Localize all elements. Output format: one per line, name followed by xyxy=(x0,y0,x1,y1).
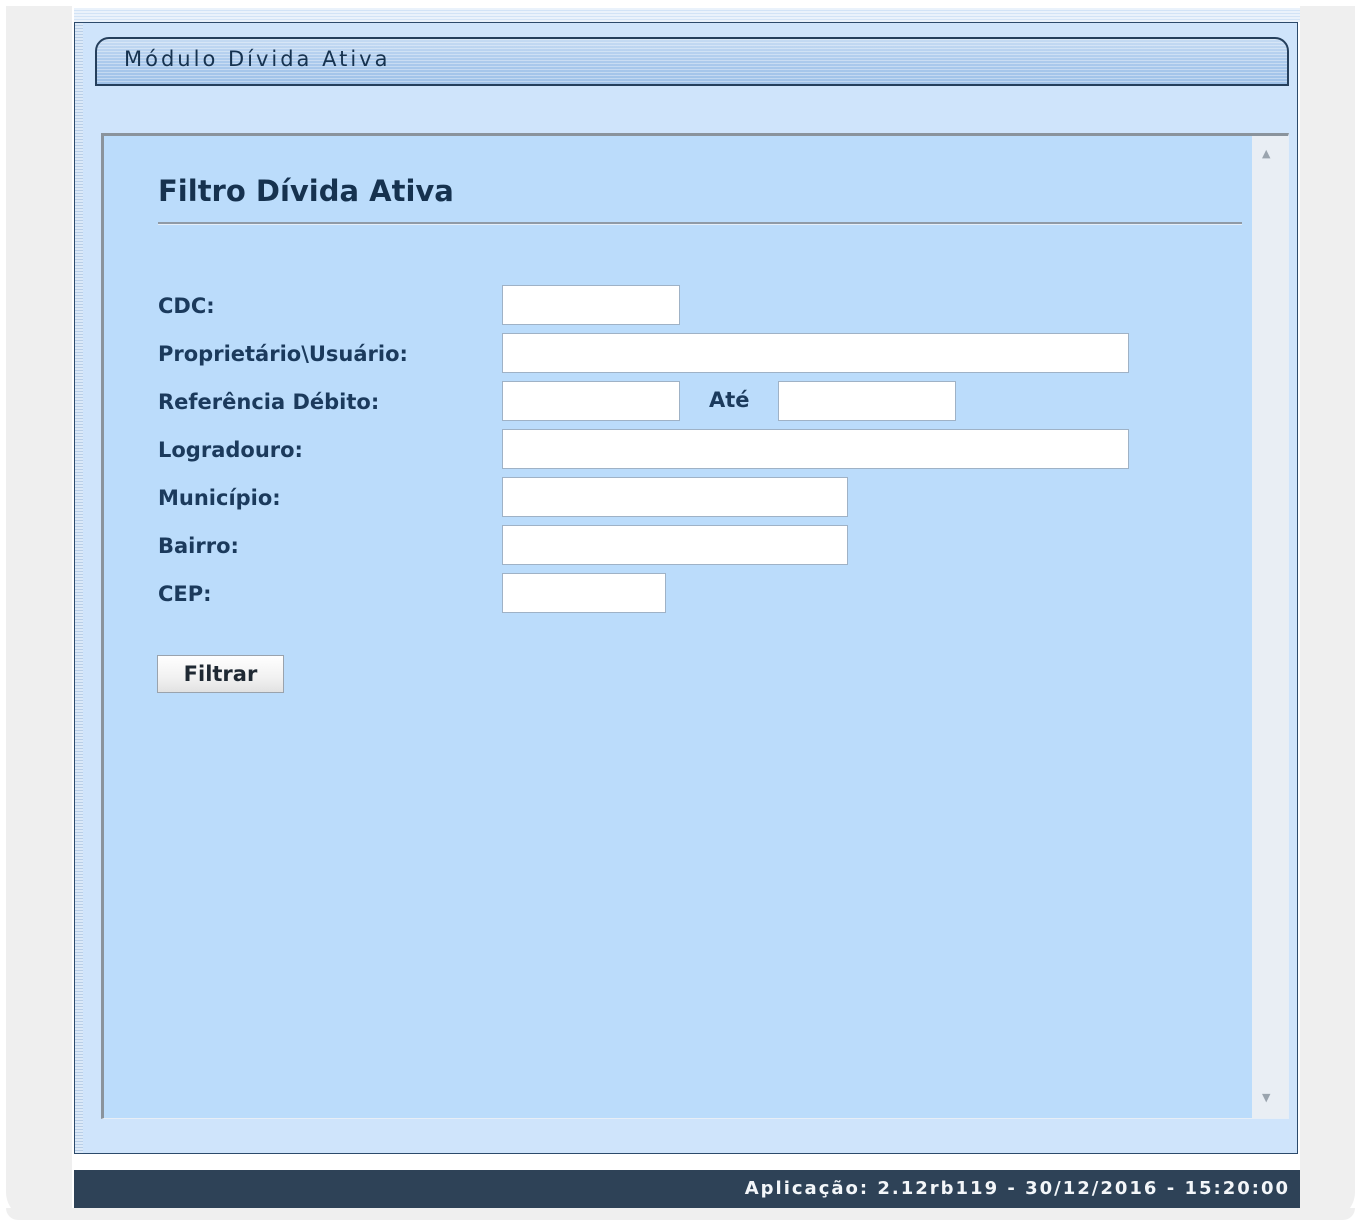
bairro-input[interactable] xyxy=(502,525,848,565)
outer-frame-left xyxy=(6,6,72,1220)
referencia-debito-fim-input[interactable] xyxy=(778,381,956,421)
window-left-stripe xyxy=(75,23,83,1153)
outer-frame-right xyxy=(1300,6,1355,1220)
screen: Módulo Dívida Ativa Filtro Dívida Ativa … xyxy=(0,0,1355,1220)
scroll-up-arrow-icon[interactable]: ▲ xyxy=(1262,148,1270,160)
cep-input[interactable] xyxy=(502,573,666,613)
application-window: Módulo Dívida Ativa Filtro Dívida Ativa … xyxy=(74,22,1298,1154)
module-header: Módulo Dívida Ativa xyxy=(95,37,1289,86)
outer-frame-bottom xyxy=(6,1208,1355,1220)
municipio-input[interactable] xyxy=(502,477,848,517)
filtrar-button[interactable]: Filtrar xyxy=(157,655,284,693)
scroll-down-arrow-icon[interactable]: ▼ xyxy=(1262,1092,1270,1104)
vertical-scrollbar[interactable]: ▲ ▼ xyxy=(1252,136,1288,1118)
top-decorative-strip xyxy=(74,8,1300,22)
ate-label: Até xyxy=(709,388,750,412)
logradouro-label: Logradouro: xyxy=(158,438,303,462)
logradouro-input[interactable] xyxy=(502,429,1129,469)
cdc-label: CDC: xyxy=(158,294,215,318)
page-title: Filtro Dívida Ativa xyxy=(158,174,454,208)
referencia-debito-inicio-input[interactable] xyxy=(502,381,680,421)
municipio-label: Município: xyxy=(158,486,281,510)
cdc-input[interactable] xyxy=(502,285,680,325)
cep-label: CEP: xyxy=(158,582,212,606)
proprietario-usuario-input[interactable] xyxy=(502,333,1129,373)
application-version-info: Aplicação: 2.12rb119 - 30/12/2016 - 15:2… xyxy=(744,1178,1290,1199)
proprietario-usuario-label: Proprietário\Usuário: xyxy=(158,342,408,366)
bairro-label: Bairro: xyxy=(158,534,239,558)
title-divider xyxy=(158,222,1242,225)
footer-bar: Aplicação: 2.12rb119 - 30/12/2016 - 15:2… xyxy=(74,1170,1300,1208)
referencia-debito-label: Referência Débito: xyxy=(158,390,380,414)
content-panel: Filtro Dívida Ativa CDC: Proprietário\Us… xyxy=(101,133,1289,1119)
module-title: Módulo Dívida Ativa xyxy=(124,47,391,71)
